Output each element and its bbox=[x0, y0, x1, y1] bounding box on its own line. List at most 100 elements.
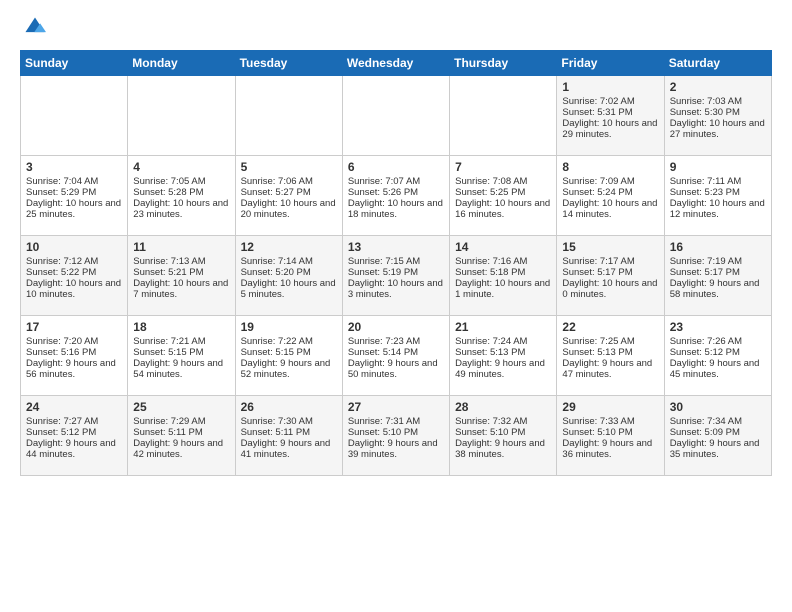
day-info: Daylight: 9 hours and 39 minutes. bbox=[348, 438, 444, 460]
day-info: Sunset: 5:17 PM bbox=[670, 267, 766, 278]
day-info: Sunset: 5:18 PM bbox=[455, 267, 551, 278]
header-day-thursday: Thursday bbox=[450, 51, 557, 76]
day-info: Sunset: 5:27 PM bbox=[241, 187, 337, 198]
header-row: SundayMondayTuesdayWednesdayThursdayFrid… bbox=[21, 51, 772, 76]
day-info: Daylight: 9 hours and 38 minutes. bbox=[455, 438, 551, 460]
calendar-cell: 7Sunrise: 7:08 AMSunset: 5:25 PMDaylight… bbox=[450, 156, 557, 236]
day-info: Sunrise: 7:33 AM bbox=[562, 416, 658, 427]
day-info: Sunset: 5:15 PM bbox=[133, 347, 229, 358]
day-number: 15 bbox=[562, 240, 658, 254]
calendar-cell: 19 Sunrise: 7:22 AMSunset: 5:15 PMDayligh… bbox=[235, 316, 342, 396]
day-info: Sunset: 5:25 PM bbox=[455, 187, 551, 198]
day-info: Daylight: 9 hours and 50 minutes. bbox=[348, 358, 444, 380]
day-number: 26 bbox=[241, 400, 337, 414]
day-number: 20 bbox=[348, 320, 444, 334]
day-number: 5 bbox=[241, 160, 337, 174]
day-info: Daylight: 9 hours and 54 minutes. bbox=[133, 358, 229, 380]
week-row-3: 10Sunrise: 7:12 AMSunset: 5:22 PMDayligh… bbox=[21, 236, 772, 316]
day-info: Sunrise: 7:22 AM bbox=[241, 336, 337, 347]
day-info: Daylight: 10 hours and 23 minutes. bbox=[133, 198, 229, 220]
day-info: Sunrise: 7:23 AM bbox=[348, 336, 444, 347]
header-day-tuesday: Tuesday bbox=[235, 51, 342, 76]
day-info: Daylight: 10 hours and 16 minutes. bbox=[455, 198, 551, 220]
day-info: Sunrise: 7:05 AM bbox=[133, 176, 229, 187]
day-info: Daylight: 9 hours and 36 minutes. bbox=[562, 438, 658, 460]
day-info: Sunset: 5:15 PM bbox=[241, 347, 337, 358]
calendar-cell: 13Sunrise: 7:15 AMSunset: 5:19 PMDayligh… bbox=[342, 236, 449, 316]
header-day-saturday: Saturday bbox=[664, 51, 771, 76]
calendar-cell bbox=[235, 76, 342, 156]
calendar-cell: 16Sunrise: 7:19 AMSunset: 5:17 PMDayligh… bbox=[664, 236, 771, 316]
day-info: Sunrise: 7:25 AM bbox=[562, 336, 658, 347]
day-number: 14 bbox=[455, 240, 551, 254]
day-number: 13 bbox=[348, 240, 444, 254]
day-number: 1 bbox=[562, 80, 658, 94]
calendar-cell: 8Sunrise: 7:09 AMSunset: 5:24 PMDaylight… bbox=[557, 156, 664, 236]
calendar-cell: 23Sunrise: 7:26 AMSunset: 5:12 PMDayligh… bbox=[664, 316, 771, 396]
calendar-cell: 22 Sunrise: 7:25 AMSunset: 5:13 PMDayligh… bbox=[557, 316, 664, 396]
day-info: Daylight: 10 hours and 3 minutes. bbox=[348, 278, 444, 300]
calendar-cell: 26Sunrise: 7:30 AMSunset: 5:11 PMDayligh… bbox=[235, 396, 342, 476]
day-info: Sunrise: 7:17 AM bbox=[562, 256, 658, 267]
day-number: 12 bbox=[241, 240, 337, 254]
day-info: Daylight: 9 hours and 44 minutes. bbox=[26, 438, 122, 460]
calendar-cell: 11Sunrise: 7:13 AMSunset: 5:21 PMDayligh… bbox=[128, 236, 235, 316]
calendar-cell: 6 Sunrise: 7:07 AMSunset: 5:26 PMDaylight… bbox=[342, 156, 449, 236]
day-info: Sunset: 5:20 PM bbox=[241, 267, 337, 278]
calendar-cell bbox=[450, 76, 557, 156]
day-info: Sunrise: 7:16 AM bbox=[455, 256, 551, 267]
day-info: Daylight: 10 hours and 12 minutes. bbox=[670, 198, 766, 220]
header bbox=[20, 16, 772, 38]
day-number: 6 bbox=[348, 160, 444, 174]
day-info: Sunrise: 7:14 AM bbox=[241, 256, 337, 267]
day-info: Daylight: 9 hours and 47 minutes. bbox=[562, 358, 658, 380]
calendar-cell: 20Sunrise: 7:23 AMSunset: 5:14 PMDayligh… bbox=[342, 316, 449, 396]
calendar-cell: 15Sunrise: 7:17 AMSunset: 5:17 PMDayligh… bbox=[557, 236, 664, 316]
day-info: Sunset: 5:10 PM bbox=[562, 427, 658, 438]
logo bbox=[20, 16, 46, 38]
day-info: Daylight: 9 hours and 58 minutes. bbox=[670, 278, 766, 300]
day-number: 4 bbox=[133, 160, 229, 174]
day-info: Sunrise: 7:12 AM bbox=[26, 256, 122, 267]
day-info: Daylight: 9 hours and 49 minutes. bbox=[455, 358, 551, 380]
day-number: 11 bbox=[133, 240, 229, 254]
calendar-cell: 4Sunrise: 7:05 AMSunset: 5:28 PMDaylight… bbox=[128, 156, 235, 236]
day-info: Sunset: 5:21 PM bbox=[133, 267, 229, 278]
day-number: 27 bbox=[348, 400, 444, 414]
day-info: Sunrise: 7:04 AM bbox=[26, 176, 122, 187]
day-number: 19 bbox=[241, 320, 337, 334]
day-number: 22 bbox=[562, 320, 658, 334]
week-row-5: 24Sunrise: 7:27 AMSunset: 5:12 PMDayligh… bbox=[21, 396, 772, 476]
day-number: 28 bbox=[455, 400, 551, 414]
day-number: 21 bbox=[455, 320, 551, 334]
day-info: Sunset: 5:19 PM bbox=[348, 267, 444, 278]
calendar-cell: 30Sunrise: 7:34 AMSunset: 5:09 PMDayligh… bbox=[664, 396, 771, 476]
day-info: Sunrise: 7:07 AM bbox=[348, 176, 444, 187]
day-info: Sunrise: 7:02 AM bbox=[562, 96, 658, 107]
day-info: Sunrise: 7:20 AM bbox=[26, 336, 122, 347]
day-info: Sunset: 5:26 PM bbox=[348, 187, 444, 198]
header-day-sunday: Sunday bbox=[21, 51, 128, 76]
header-day-monday: Monday bbox=[128, 51, 235, 76]
day-info: Sunset: 5:22 PM bbox=[26, 267, 122, 278]
day-info: Sunset: 5:12 PM bbox=[26, 427, 122, 438]
day-info: Sunset: 5:13 PM bbox=[562, 347, 658, 358]
day-info: Daylight: 10 hours and 20 minutes. bbox=[241, 198, 337, 220]
calendar-cell: 29Sunrise: 7:33 AMSunset: 5:10 PMDayligh… bbox=[557, 396, 664, 476]
day-number: 8 bbox=[562, 160, 658, 174]
day-info: Sunrise: 7:27 AM bbox=[26, 416, 122, 427]
day-info: Daylight: 10 hours and 27 minutes. bbox=[670, 118, 766, 140]
calendar-cell: 21Sunrise: 7:24 AMSunset: 5:13 PMDayligh… bbox=[450, 316, 557, 396]
day-info: Sunset: 5:11 PM bbox=[241, 427, 337, 438]
calendar-cell: 17Sunrise: 7:20 AMSunset: 5:16 PMDayligh… bbox=[21, 316, 128, 396]
calendar-cell bbox=[21, 76, 128, 156]
day-info: Sunset: 5:10 PM bbox=[348, 427, 444, 438]
day-number: 2 bbox=[670, 80, 766, 94]
day-info: Sunset: 5:29 PM bbox=[26, 187, 122, 198]
day-info: Daylight: 10 hours and 29 minutes. bbox=[562, 118, 658, 140]
day-info: Daylight: 10 hours and 7 minutes. bbox=[133, 278, 229, 300]
day-info: Sunset: 5:24 PM bbox=[562, 187, 658, 198]
day-info: Daylight: 9 hours and 52 minutes. bbox=[241, 358, 337, 380]
day-info: Daylight: 10 hours and 18 minutes. bbox=[348, 198, 444, 220]
day-info: Daylight: 10 hours and 10 minutes. bbox=[26, 278, 122, 300]
